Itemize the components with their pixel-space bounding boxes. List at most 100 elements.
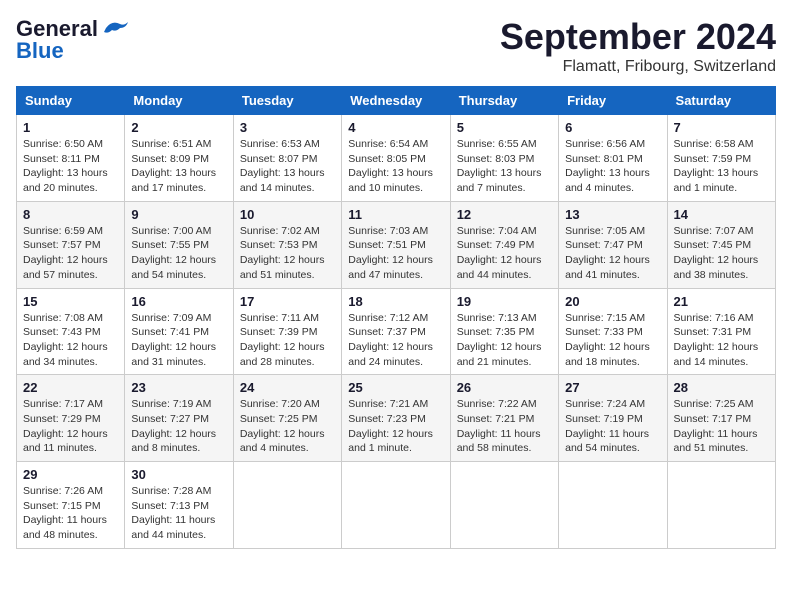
day-info: Sunrise: 7:09 AM Sunset: 7:41 PM Dayligh… bbox=[131, 311, 226, 370]
day-info: Sunrise: 7:02 AM Sunset: 7:53 PM Dayligh… bbox=[240, 224, 335, 283]
table-cell: 12 Sunrise: 7:04 AM Sunset: 7:49 PM Dayli… bbox=[450, 201, 558, 288]
day-number: 16 bbox=[131, 294, 226, 309]
day-info: Sunrise: 6:59 AM Sunset: 7:57 PM Dayligh… bbox=[23, 224, 118, 283]
table-cell: 29 Sunrise: 7:26 AM Sunset: 7:15 PM Dayli… bbox=[17, 462, 125, 549]
day-number: 21 bbox=[674, 294, 769, 309]
day-number: 17 bbox=[240, 294, 335, 309]
day-info: Sunrise: 7:22 AM Sunset: 7:21 PM Dayligh… bbox=[457, 397, 552, 456]
day-info: Sunrise: 7:26 AM Sunset: 7:15 PM Dayligh… bbox=[23, 484, 118, 543]
col-thursday: Thursday bbox=[450, 87, 558, 115]
col-tuesday: Tuesday bbox=[233, 87, 341, 115]
day-number: 18 bbox=[348, 294, 443, 309]
day-info: Sunrise: 7:21 AM Sunset: 7:23 PM Dayligh… bbox=[348, 397, 443, 456]
day-info: Sunrise: 7:20 AM Sunset: 7:25 PM Dayligh… bbox=[240, 397, 335, 456]
day-number: 23 bbox=[131, 380, 226, 395]
table-cell: 19 Sunrise: 7:13 AM Sunset: 7:35 PM Dayli… bbox=[450, 288, 558, 375]
day-number: 15 bbox=[23, 294, 118, 309]
day-info: Sunrise: 6:54 AM Sunset: 8:05 PM Dayligh… bbox=[348, 137, 443, 196]
table-cell: 7 Sunrise: 6:58 AM Sunset: 7:59 PM Daylig… bbox=[667, 115, 775, 202]
day-number: 29 bbox=[23, 467, 118, 482]
table-cell: 11 Sunrise: 7:03 AM Sunset: 7:51 PM Dayli… bbox=[342, 201, 450, 288]
table-cell: 15 Sunrise: 7:08 AM Sunset: 7:43 PM Dayli… bbox=[17, 288, 125, 375]
day-number: 10 bbox=[240, 207, 335, 222]
table-cell: 10 Sunrise: 7:02 AM Sunset: 7:53 PM Dayli… bbox=[233, 201, 341, 288]
day-number: 2 bbox=[131, 120, 226, 135]
table-cell: 22 Sunrise: 7:17 AM Sunset: 7:29 PM Dayli… bbox=[17, 375, 125, 462]
table-cell: 20 Sunrise: 7:15 AM Sunset: 7:33 PM Dayli… bbox=[559, 288, 667, 375]
day-number: 9 bbox=[131, 207, 226, 222]
day-number: 1 bbox=[23, 120, 118, 135]
day-info: Sunrise: 7:11 AM Sunset: 7:39 PM Dayligh… bbox=[240, 311, 335, 370]
day-info: Sunrise: 7:16 AM Sunset: 7:31 PM Dayligh… bbox=[674, 311, 769, 370]
calendar-header-row: Sunday Monday Tuesday Wednesday Thursday… bbox=[17, 87, 776, 115]
table-cell: 21 Sunrise: 7:16 AM Sunset: 7:31 PM Dayli… bbox=[667, 288, 775, 375]
day-number: 7 bbox=[674, 120, 769, 135]
calendar-week-row: 1Sunrise: 6:50 AM Sunset: 8:11 PM Daylig… bbox=[17, 115, 776, 202]
col-friday: Friday bbox=[559, 87, 667, 115]
table-cell: 18 Sunrise: 7:12 AM Sunset: 7:37 PM Dayli… bbox=[342, 288, 450, 375]
calendar-week-row: 8 Sunrise: 6:59 AM Sunset: 7:57 PM Daylig… bbox=[17, 201, 776, 288]
calendar-table: Sunday Monday Tuesday Wednesday Thursday… bbox=[16, 86, 776, 549]
day-info: Sunrise: 7:13 AM Sunset: 7:35 PM Dayligh… bbox=[457, 311, 552, 370]
table-cell: 27Sunrise: 7:24 AM Sunset: 7:19 PM Dayli… bbox=[559, 375, 667, 462]
table-cell: 8 Sunrise: 6:59 AM Sunset: 7:57 PM Daylig… bbox=[17, 201, 125, 288]
day-number: 28 bbox=[674, 380, 769, 395]
col-monday: Monday bbox=[125, 87, 233, 115]
day-info: Sunrise: 7:03 AM Sunset: 7:51 PM Dayligh… bbox=[348, 224, 443, 283]
table-cell: 26 Sunrise: 7:22 AM Sunset: 7:21 PM Dayli… bbox=[450, 375, 558, 462]
col-wednesday: Wednesday bbox=[342, 87, 450, 115]
day-number: 13 bbox=[565, 207, 660, 222]
day-number: 12 bbox=[457, 207, 552, 222]
day-info: Sunrise: 7:04 AM Sunset: 7:49 PM Dayligh… bbox=[457, 224, 552, 283]
day-number: 3 bbox=[240, 120, 335, 135]
day-info: Sunrise: 7:24 AM Sunset: 7:19 PM Dayligh… bbox=[565, 397, 660, 456]
day-info: Sunrise: 6:56 AM Sunset: 8:01 PM Dayligh… bbox=[565, 137, 660, 196]
table-cell: 17 Sunrise: 7:11 AM Sunset: 7:39 PM Dayli… bbox=[233, 288, 341, 375]
day-info: Sunrise: 6:58 AM Sunset: 7:59 PM Dayligh… bbox=[674, 137, 769, 196]
calendar-week-row: 22 Sunrise: 7:17 AM Sunset: 7:29 PM Dayli… bbox=[17, 375, 776, 462]
table-cell: 1Sunrise: 6:50 AM Sunset: 8:11 PM Daylig… bbox=[17, 115, 125, 202]
day-info: Sunrise: 7:15 AM Sunset: 7:33 PM Dayligh… bbox=[565, 311, 660, 370]
table-cell: 2 Sunrise: 6:51 AM Sunset: 8:09 PM Daylig… bbox=[125, 115, 233, 202]
col-saturday: Saturday bbox=[667, 87, 775, 115]
day-number: 25 bbox=[348, 380, 443, 395]
day-info: Sunrise: 7:12 AM Sunset: 7:37 PM Dayligh… bbox=[348, 311, 443, 370]
table-cell: 30Sunrise: 7:28 AM Sunset: 7:13 PM Dayli… bbox=[125, 462, 233, 549]
table-cell bbox=[233, 462, 341, 549]
day-info: Sunrise: 7:19 AM Sunset: 7:27 PM Dayligh… bbox=[131, 397, 226, 456]
table-cell: 23 Sunrise: 7:19 AM Sunset: 7:27 PM Dayli… bbox=[125, 375, 233, 462]
day-info: Sunrise: 7:17 AM Sunset: 7:29 PM Dayligh… bbox=[23, 397, 118, 456]
day-info: Sunrise: 7:07 AM Sunset: 7:45 PM Dayligh… bbox=[674, 224, 769, 283]
day-info: Sunrise: 7:00 AM Sunset: 7:55 PM Dayligh… bbox=[131, 224, 226, 283]
day-number: 6 bbox=[565, 120, 660, 135]
day-number: 30 bbox=[131, 467, 226, 482]
day-info: Sunrise: 7:05 AM Sunset: 7:47 PM Dayligh… bbox=[565, 224, 660, 283]
day-info: Sunrise: 6:51 AM Sunset: 8:09 PM Dayligh… bbox=[131, 137, 226, 196]
logo-blue-text: Blue bbox=[16, 38, 64, 64]
day-number: 26 bbox=[457, 380, 552, 395]
day-number: 19 bbox=[457, 294, 552, 309]
table-cell: 6 Sunrise: 6:56 AM Sunset: 8:01 PM Daylig… bbox=[559, 115, 667, 202]
day-number: 20 bbox=[565, 294, 660, 309]
title-block: September 2024 Flamatt, Fribourg, Switze… bbox=[500, 16, 776, 76]
calendar-week-row: 29 Sunrise: 7:26 AM Sunset: 7:15 PM Dayli… bbox=[17, 462, 776, 549]
table-cell: 25 Sunrise: 7:21 AM Sunset: 7:23 PM Dayli… bbox=[342, 375, 450, 462]
day-number: 24 bbox=[240, 380, 335, 395]
table-cell bbox=[450, 462, 558, 549]
table-cell: 5Sunrise: 6:55 AM Sunset: 8:03 PM Daylig… bbox=[450, 115, 558, 202]
page-subtitle: Flamatt, Fribourg, Switzerland bbox=[500, 58, 776, 76]
table-cell: 9 Sunrise: 7:00 AM Sunset: 7:55 PM Daylig… bbox=[125, 201, 233, 288]
logo: General Blue bbox=[16, 16, 130, 64]
day-number: 11 bbox=[348, 207, 443, 222]
logo-bird-icon bbox=[102, 18, 130, 40]
day-info: Sunrise: 7:08 AM Sunset: 7:43 PM Dayligh… bbox=[23, 311, 118, 370]
day-number: 22 bbox=[23, 380, 118, 395]
day-info: Sunrise: 7:25 AM Sunset: 7:17 PM Dayligh… bbox=[674, 397, 769, 456]
table-cell: 4Sunrise: 6:54 AM Sunset: 8:05 PM Daylig… bbox=[342, 115, 450, 202]
table-cell: 13 Sunrise: 7:05 AM Sunset: 7:47 PM Dayli… bbox=[559, 201, 667, 288]
day-number: 14 bbox=[674, 207, 769, 222]
table-cell: 3 Sunrise: 6:53 AM Sunset: 8:07 PM Daylig… bbox=[233, 115, 341, 202]
day-info: Sunrise: 6:53 AM Sunset: 8:07 PM Dayligh… bbox=[240, 137, 335, 196]
day-number: 8 bbox=[23, 207, 118, 222]
day-number: 5 bbox=[457, 120, 552, 135]
